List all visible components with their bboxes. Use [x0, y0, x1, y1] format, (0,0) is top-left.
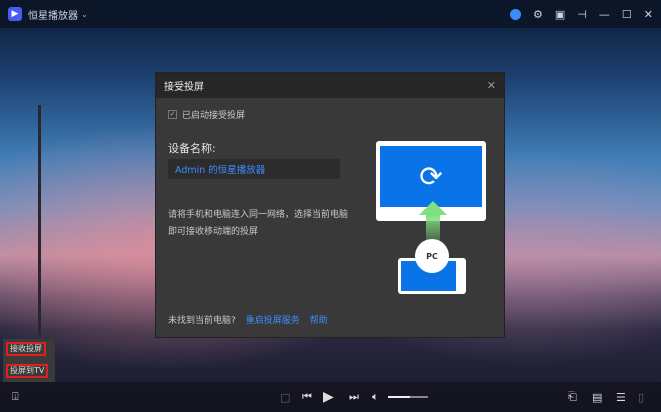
player-controls: ⍗ □ ⏮ ▶ ⏭ 🔈︎ ⎗ ▤ ☰ ▯ — [0, 382, 661, 412]
volume-icon[interactable]: 🔈︎ — [372, 390, 379, 404]
receive-cast-dialog: 接受投屏 ✕ ✓ 已启动接受投屏 设备名称: 请将手机和电脑连入同一网络，选择当… — [155, 72, 505, 338]
dialog-title: 接受投屏 — [164, 82, 204, 93]
maximize-icon[interactable]: ☐ — [622, 8, 632, 21]
enable-cast-checkbox[interactable]: ✓ 已启动接受投屏 — [168, 108, 245, 121]
title-bar: ▶ 恒星播放器 ⌄ ⚙ ▣ ⊣ — ☐ ✕ — [0, 0, 661, 28]
stop-icon[interactable]: □ — [280, 391, 290, 404]
next-icon[interactable]: ⏭ — [349, 390, 359, 404]
notification-icon[interactable]: ⎗ — [568, 390, 577, 404]
pc-badge-label: PC — [426, 251, 438, 261]
enable-cast-label: 已启动接受投屏 — [182, 111, 246, 121]
user-avatar-icon[interactable] — [510, 8, 522, 20]
menu-item-cast-to-tv[interactable]: 投屏到TV — [6, 364, 49, 378]
chevron-down-icon[interactable]: ⌄ — [81, 10, 88, 19]
dialog-footer: 未找到当前电脑? 重启投屏服务 帮助 — [168, 313, 328, 326]
dialog-header: 接受投屏 ✕ — [156, 73, 504, 98]
instructions-text: 请将手机和电脑连入同一网络，选择当前电脑即可接收移动端的投屏 — [168, 210, 349, 237]
previous-icon[interactable]: ⏮ — [302, 390, 312, 404]
help-link[interactable]: 帮助 — [310, 313, 328, 326]
arrow-up-icon — [419, 201, 447, 215]
restart-service-link[interactable]: 重启投屏服务 — [246, 313, 300, 326]
device-name-input[interactable] — [168, 159, 340, 179]
screenshot-icon[interactable]: ▣ — [555, 8, 565, 21]
pc-badge-icon: PC — [415, 239, 449, 273]
utility-pole — [38, 105, 41, 335]
cast-icon[interactable]: ⍗ — [12, 390, 19, 404]
device-name-label: 设备名称: — [168, 142, 216, 155]
skin-icon[interactable]: ⚙ — [533, 8, 543, 21]
not-found-text: 未找到当前电脑? — [168, 316, 236, 326]
playlist-icon[interactable]: ☰ — [616, 391, 626, 404]
menu-item-receive-cast[interactable]: 接收投屏 — [6, 342, 46, 356]
app-title[interactable]: 恒星播放器 — [28, 7, 78, 22]
volume-slider[interactable] — [388, 396, 428, 398]
toolbox-icon[interactable]: ▤ — [592, 391, 602, 404]
checkbox-check-icon[interactable]: ✓ — [168, 110, 177, 119]
pin-icon[interactable]: ⊣ — [577, 8, 587, 21]
app-logo-icon: ▶ — [8, 7, 22, 21]
close-icon[interactable]: ✕ — [644, 8, 653, 21]
minimize-icon[interactable]: — — [599, 8, 610, 21]
dialog-close-icon[interactable]: ✕ — [487, 79, 496, 92]
sync-icon: ⟳ — [380, 146, 482, 207]
cast-menu: 接收投屏 投屏到TV — [3, 339, 55, 382]
fullscreen-icon[interactable]: ▯ — [638, 391, 644, 404]
play-icon[interactable]: ▶ — [323, 389, 334, 405]
